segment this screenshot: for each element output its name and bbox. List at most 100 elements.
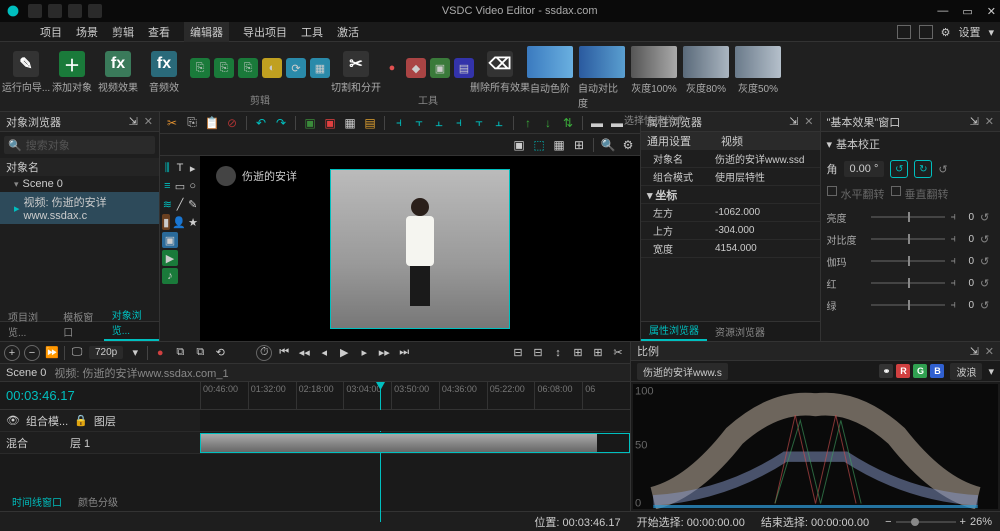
style-gray-80[interactable]: 灰度80%	[682, 46, 730, 110]
scope-source[interactable]: 伤逝的安详www.s	[637, 363, 728, 380]
reset-icon[interactable]: ↺	[980, 299, 994, 312]
slider-handle[interactable]: ⫞	[951, 233, 957, 246]
close-icon[interactable]: ✕	[985, 345, 994, 358]
reset-icon[interactable]: ↺	[938, 163, 947, 176]
qat-icon[interactable]	[68, 4, 82, 18]
video-clip[interactable]	[200, 433, 630, 453]
menu-edit[interactable]: 剪辑	[112, 24, 134, 40]
tab-object-browser[interactable]: 对象浏览...	[104, 305, 159, 341]
text-icon[interactable]: T	[175, 160, 186, 176]
play-icon[interactable]: ▶	[336, 345, 352, 361]
align-icon[interactable]: ⫟	[471, 115, 487, 131]
quick-access-toolbar[interactable]	[28, 4, 102, 18]
preview-canvas[interactable]: 伤逝的安详	[200, 156, 640, 341]
pointer-icon[interactable]: ▸	[187, 160, 198, 176]
close-icon[interactable]: ✕	[804, 115, 813, 128]
chevron-down-icon[interactable]: ▾	[127, 345, 143, 361]
align-icon[interactable]: ⫠	[491, 115, 507, 131]
skip-start-icon[interactable]: ⏮	[276, 345, 292, 361]
menu-tools[interactable]: 工具	[301, 24, 323, 40]
menu-editor[interactable]: 编辑器	[184, 22, 229, 42]
tool-icon[interactable]: ▤	[454, 58, 474, 78]
tool-icon[interactable]: ▤	[362, 115, 378, 131]
zoom-in-icon[interactable]: +	[960, 516, 966, 528]
crop-icon[interactable]: ▣	[511, 137, 527, 153]
close-icon[interactable]: ✕	[144, 115, 153, 128]
close-icon[interactable]: ✕	[985, 115, 994, 128]
reset-icon[interactable]: ↺	[980, 211, 994, 224]
tool-icon[interactable]: ▣	[302, 115, 318, 131]
pin-icon[interactable]: ⇲	[129, 115, 138, 128]
arrow-down-icon[interactable]: ↓	[540, 115, 556, 131]
waves-icon[interactable]: ≋	[162, 196, 173, 212]
layer-icon[interactable]: ▬	[609, 115, 625, 131]
align-icon[interactable]: ⫟	[411, 115, 427, 131]
tool-icon[interactable]: ↕	[550, 345, 566, 361]
marker-icon[interactable]: ⧉	[172, 345, 188, 361]
timeline-track[interactable]: 混合层 1	[0, 432, 630, 454]
slider-track[interactable]	[871, 282, 945, 284]
add-object-button[interactable]: ＋ 添加对象	[52, 46, 92, 98]
layout-icon[interactable]	[897, 25, 911, 39]
angle-input[interactable]: 0.00 °	[844, 161, 885, 177]
edit-icon[interactable]: ⎘	[190, 58, 210, 78]
marker-icon[interactable]: ⧉	[192, 345, 208, 361]
tree-scene[interactable]: ▾ Scene 0	[0, 176, 159, 192]
slider-track[interactable]	[871, 260, 945, 262]
copy-icon[interactable]: ⎘	[184, 115, 200, 131]
eye-icon[interactable]: 👁	[6, 414, 20, 427]
video-effects-button[interactable]: fx 视频效果	[98, 46, 138, 98]
timeline-track[interactable]: 👁组合模...🔒图层	[0, 410, 630, 432]
tool-icon[interactable]: ▦	[342, 115, 358, 131]
arrows-icon[interactable]: ⇅	[560, 115, 576, 131]
link-icon[interactable]: ⚭	[879, 364, 893, 378]
qat-icon[interactable]	[48, 4, 62, 18]
rotate-ccw-icon[interactable]: ↺	[890, 160, 908, 178]
tree-video-item[interactable]: ▸ 视频: 伤逝的安详www.ssdax.c	[0, 192, 159, 224]
chevron-down-icon[interactable]: ▾	[988, 365, 994, 378]
reset-icon[interactable]: ↺	[980, 277, 994, 290]
scope-r-button[interactable]: R	[896, 364, 910, 378]
next-frame-icon[interactable]: ▸▸	[376, 345, 392, 361]
skip-end-icon[interactable]: ⏭	[396, 345, 412, 361]
gear-icon[interactable]: ⚙	[620, 137, 636, 153]
scope-b-button[interactable]: B	[930, 364, 944, 378]
edit-icon[interactable]: ⎘	[214, 58, 234, 78]
qat-icon[interactable]	[88, 4, 102, 18]
minimize-button[interactable]: —	[937, 5, 948, 18]
qat-icon[interactable]	[28, 4, 42, 18]
chart-bar-icon[interactable]: ▮	[162, 214, 170, 230]
maximize-button[interactable]: ▭	[962, 5, 972, 18]
remove-all-effects-button[interactable]: ⌫ 删除所有效果	[480, 46, 520, 98]
circle-icon[interactable]: ○	[187, 178, 198, 194]
align-icon[interactable]: ⫞	[451, 115, 467, 131]
scope-mode-select[interactable]: 波浪	[950, 363, 982, 380]
style-gray-50[interactable]: 灰度50%	[734, 46, 782, 110]
tool-icon[interactable]: ▣	[430, 58, 450, 78]
audio-icon[interactable]: ♪	[162, 268, 178, 284]
style-gray-100[interactable]: 灰度100%	[630, 46, 678, 110]
pin-icon[interactable]: ⇲	[970, 115, 979, 128]
prev-frame-icon[interactable]: ◂◂	[296, 345, 312, 361]
add-button[interactable]: +	[4, 345, 20, 361]
person-icon[interactable]: 👤	[172, 214, 186, 230]
gear-icon[interactable]: ⚙	[941, 26, 951, 39]
record-icon[interactable]: ●	[382, 58, 402, 78]
bounds-icon[interactable]: ⬚	[531, 137, 547, 153]
tab-template-window[interactable]: 模板窗口	[55, 307, 103, 341]
vflip-checkbox[interactable]: 垂直翻转	[891, 186, 949, 202]
lock-icon[interactable]: 🔒	[74, 414, 88, 427]
tool-icon[interactable]: ⊟	[530, 345, 546, 361]
video-icon[interactable]: ▶	[162, 250, 178, 266]
pin-icon[interactable]: ⇲	[970, 345, 979, 358]
menu-scene[interactable]: 场景	[76, 24, 98, 40]
line-icon[interactable]: ╱	[175, 196, 186, 212]
settings-label[interactable]: 设置	[958, 24, 980, 40]
scissors-icon[interactable]: ✂	[164, 115, 180, 131]
grid-icon[interactable]	[919, 25, 933, 39]
list-icon[interactable]: ≡	[162, 178, 173, 194]
remove-button[interactable]: −	[24, 345, 40, 361]
prev-icon[interactable]: ◂	[316, 345, 332, 361]
timer-icon[interactable]: ⏱	[256, 345, 272, 361]
video-frame[interactable]	[330, 169, 510, 329]
